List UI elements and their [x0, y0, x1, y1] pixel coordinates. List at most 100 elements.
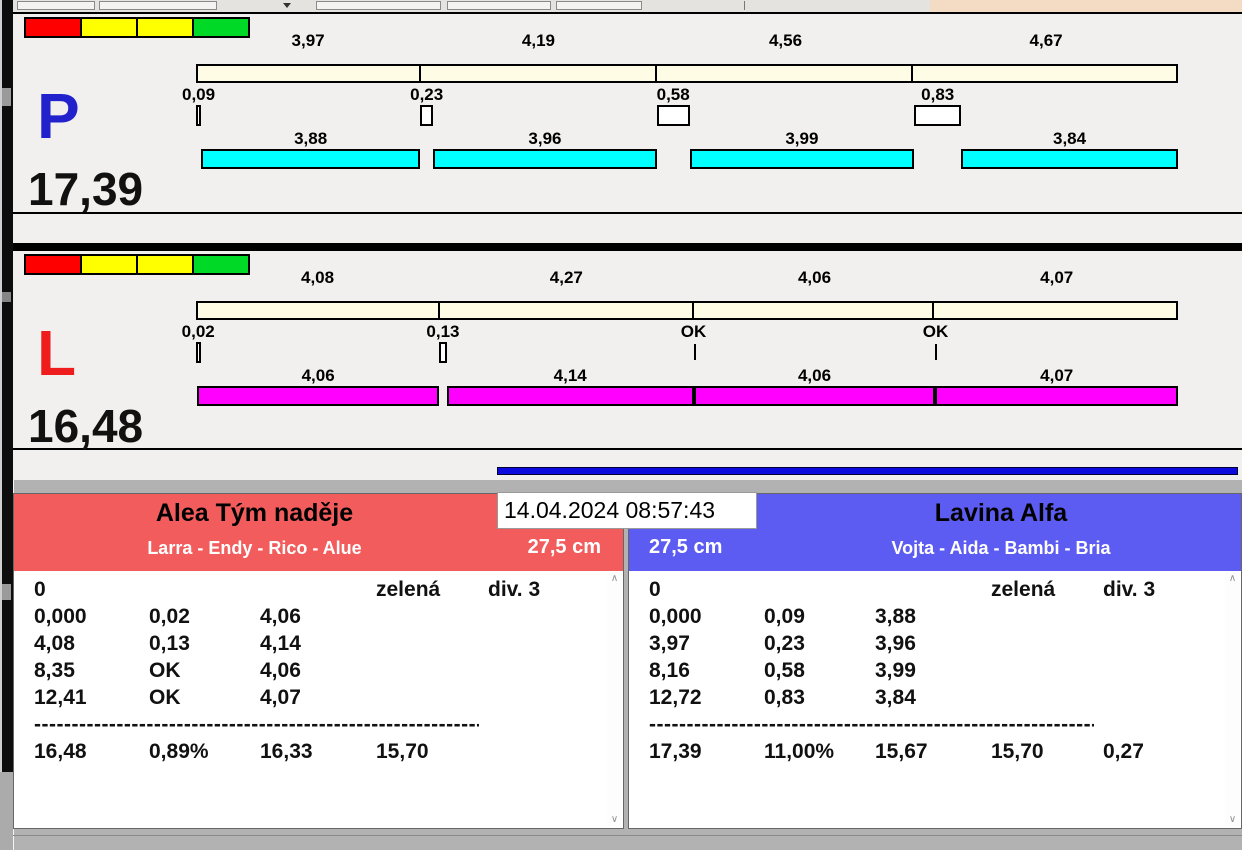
scroll-up-icon[interactable]: ∧ — [1229, 572, 1236, 586]
lane-l-total-time: 16,48 — [28, 400, 144, 452]
gap-ok-tick — [935, 344, 938, 360]
result-cell: 0,83 — [764, 686, 805, 709]
gap-time-label: 0,58 — [656, 85, 690, 104]
split-time-labels-row: 3,97 4,19 4,56 4,67 — [196, 31, 1178, 53]
datetime-display: 14.04.2024 08:57:43 — [497, 492, 757, 529]
result-total-cell: 17,39 — [649, 740, 702, 763]
run-bar-wrap: 3,96 — [433, 129, 657, 173]
result-cell — [1103, 605, 1241, 632]
run-bar-wrap: 4,06 — [197, 366, 440, 410]
red-light-box — [24, 254, 82, 275]
split-bar-segment — [934, 303, 1176, 318]
lane-p-visualization: 3,97 4,19 4,56 4,67 0,09 0,23 0,58 0,83 3,88 3,96… — [182, 31, 1178, 173]
toolbar-button[interactable] — [316, 1, 441, 10]
dropdown-caret-icon[interactable] — [283, 3, 291, 8]
run-time-label: 4,07 — [1040, 366, 1074, 385]
split-time-label: 4,56 — [768, 31, 803, 50]
run-segment: 3,84 — [914, 129, 1178, 173]
result-cell — [991, 659, 1103, 686]
result-totals-row: 17,39 11,00% 15,67 15,70 0,27 — [649, 740, 1241, 767]
gap-time-label: OK — [922, 322, 949, 341]
run-bar — [935, 386, 1178, 406]
result-cell: 0,02 — [149, 605, 190, 628]
result-cell: 0 — [34, 578, 46, 601]
toolbar-button[interactable] — [99, 1, 217, 10]
run-time-label: 4,14 — [553, 366, 587, 385]
result-cell — [488, 659, 623, 686]
result-cell: 8,16 — [649, 659, 690, 682]
result-cell: 3,84 — [875, 686, 916, 709]
result-row: 8,16 0,58 3,99 — [649, 659, 1241, 686]
right-team-results-area[interactable]: 0 zelená div. 3 0,000 0,09 3,88 3,97 0,23 3,96 8,… — [629, 571, 1241, 828]
yellow-light-box — [136, 17, 194, 38]
run-time-label: 4,06 — [797, 366, 832, 385]
yellow-light-box — [80, 254, 138, 275]
result-row: 12,72 0,83 3,84 — [649, 686, 1241, 713]
scroll-down-icon[interactable]: ∨ — [611, 813, 618, 827]
toolbar-button[interactable] — [17, 1, 95, 10]
lane-l-visualization: 4,08 4,27 4,06 4,07 0,02 0,13 OK OK 4,06 4,14 4,06… — [182, 268, 1178, 410]
result-cell: 4,07 — [260, 686, 301, 709]
result-cell: div. 3 — [1103, 578, 1156, 601]
result-cell: zelená — [991, 578, 1056, 601]
split-bar-segment — [694, 303, 935, 318]
result-total-cell — [488, 740, 623, 767]
split-bar-segment — [657, 66, 914, 81]
lane-l-section: L 16,48 4,08 4,27 4,06 4,07 0,02 0,13 OK OK 4,06… — [13, 251, 1242, 452]
run-bar — [197, 386, 440, 406]
split-time-label: 4,19 — [521, 31, 556, 50]
result-cell: 8,35 — [34, 659, 75, 682]
gap-marker: 0,13 — [426, 320, 460, 366]
window-edge-foot — [0, 772, 13, 850]
result-cell — [1103, 659, 1241, 686]
result-cell: OK — [149, 686, 181, 709]
run-bar — [961, 149, 1178, 169]
run-segment: 4,06 — [196, 366, 440, 410]
split-time-label: 4,27 — [549, 268, 583, 287]
split-time-label: 4,06 — [797, 268, 832, 287]
run-bar — [446, 386, 694, 406]
result-cell: 0 — [649, 578, 661, 601]
run-gap-spacer — [657, 129, 690, 130]
run-gap-spacer — [914, 129, 961, 130]
split-time-label: 3,97 — [291, 31, 325, 50]
window-edge-notch — [2, 584, 11, 600]
split-bar-segment — [198, 66, 422, 81]
toolbar-button[interactable] — [556, 1, 642, 10]
result-cell: 0,13 — [149, 632, 190, 655]
gap-time-label: 0,09 — [181, 85, 216, 104]
scrollbar[interactable]: ∧ ∨ — [1225, 572, 1240, 827]
toolbar-separator — [744, 1, 745, 10]
split-bar-segment — [198, 303, 441, 318]
window-band-line — [13, 835, 1242, 836]
result-cell — [376, 686, 488, 713]
run-bar — [689, 149, 915, 169]
result-cell: 4,06 — [260, 605, 301, 628]
run-segment: 4,06 — [693, 366, 936, 410]
lane-p-section: P 17,39 3,97 4,19 4,56 4,67 0,09 0,23 0,58 0,83… — [13, 14, 1242, 214]
run-segment: 3,96 — [420, 129, 657, 173]
toolbar-button[interactable] — [447, 1, 551, 10]
scroll-up-icon[interactable]: ∧ — [611, 572, 618, 586]
left-team-results-area[interactable]: 0 zelená div. 3 0,000 0,02 4,06 4,08 0,13 4,14 8,… — [14, 571, 623, 828]
window-edge-notch — [2, 88, 11, 106]
result-cell: div. 3 — [488, 578, 541, 601]
result-cell — [764, 578, 875, 605]
result-cell — [488, 686, 623, 713]
yellow-light-box — [136, 254, 194, 275]
yellow-light-box — [80, 17, 138, 38]
result-row: 3,97 0,23 3,96 — [649, 632, 1241, 659]
result-cell: 0,23 — [764, 632, 805, 655]
gap-time-label: 0,23 — [410, 85, 444, 104]
result-row: 12,41 OK 4,07 — [34, 686, 623, 713]
left-team-panel: Alea Tým naděje Larra - Endy - Rico - Al… — [13, 493, 624, 829]
gap-box — [196, 342, 201, 363]
run-bar-wrap: 3,84 — [961, 129, 1178, 173]
run-segment: 4,14 — [439, 366, 694, 410]
run-bars-row: 3,88 3,96 3,99 3,84 — [196, 129, 1178, 173]
run-bar — [433, 149, 657, 169]
result-cell — [376, 632, 488, 659]
scrollbar[interactable]: ∧ ∨ — [607, 572, 622, 827]
race-progress-bar — [497, 467, 1238, 475]
scroll-down-icon[interactable]: ∨ — [1229, 813, 1236, 827]
